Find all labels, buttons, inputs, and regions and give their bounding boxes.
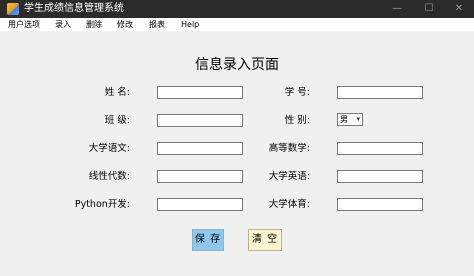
class-input[interactable]	[157, 114, 243, 127]
menu-enter[interactable]: 录入	[55, 18, 71, 31]
close-button[interactable]: ✕	[444, 0, 474, 18]
pe-label: 大学体育:	[268, 199, 310, 210]
chevron-down-icon: ▾	[356, 115, 360, 123]
page-title: 信息录入页面	[195, 57, 279, 73]
gender-select[interactable]: 男 ▾	[337, 113, 363, 126]
linear-algebra-input[interactable]	[157, 170, 243, 183]
gender-label: 性 别:	[284, 115, 310, 126]
class-label: 班 级:	[104, 115, 130, 126]
menu-report[interactable]: 报表	[149, 18, 165, 31]
title-bar: 学生成绩信息管理系统 — ☐ ✕	[0, 0, 474, 18]
gender-value: 男	[340, 115, 348, 124]
menu-user-options[interactable]: 用户选项	[8, 18, 40, 31]
math-label: 高等数学:	[268, 143, 310, 154]
menu-delete[interactable]: 删除	[86, 18, 102, 31]
math-input[interactable]	[337, 142, 423, 155]
menu-bar: 用户选项 录入 删除 修改 报表 Help	[0, 18, 474, 31]
student-id-label: 学 号:	[284, 87, 310, 98]
window-title: 学生成绩信息管理系统	[24, 3, 124, 14]
chinese-input[interactable]	[157, 142, 243, 155]
python-input[interactable]	[157, 198, 243, 211]
pe-input[interactable]	[337, 198, 423, 211]
save-button[interactable]: 保 存	[192, 229, 224, 251]
name-input[interactable]	[157, 86, 243, 99]
app-icon	[7, 3, 19, 15]
student-id-input[interactable]	[337, 86, 423, 99]
minimize-button[interactable]: —	[382, 0, 412, 18]
menu-modify[interactable]: 修改	[117, 18, 133, 31]
name-label: 姓 名:	[104, 87, 130, 98]
english-input[interactable]	[337, 170, 423, 183]
linear-algebra-label: 线性代数:	[88, 171, 130, 182]
chinese-label: 大学语文:	[88, 143, 130, 154]
python-label: Python开发:	[74, 199, 130, 210]
english-label: 大学英语:	[268, 171, 310, 182]
clear-button[interactable]: 清 空	[248, 229, 282, 251]
maximize-button[interactable]: ☐	[414, 0, 444, 18]
menu-help[interactable]: Help	[181, 18, 199, 31]
